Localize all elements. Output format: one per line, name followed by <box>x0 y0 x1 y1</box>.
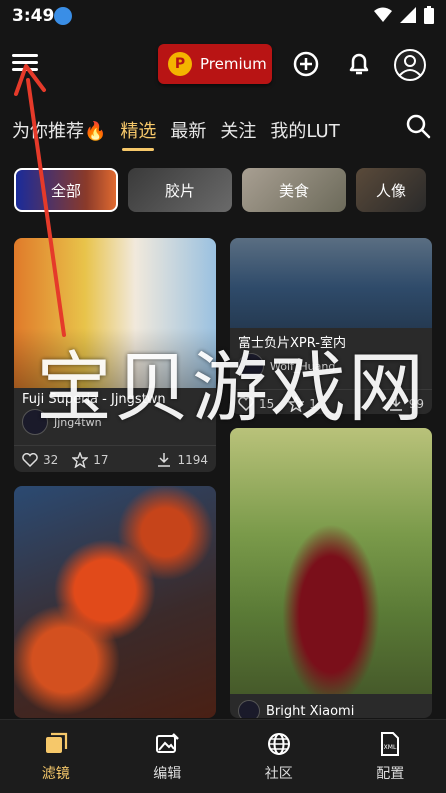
menu-icon[interactable] <box>12 50 42 76</box>
image-edit-icon <box>156 732 180 753</box>
heart-icon[interactable] <box>22 453 38 467</box>
like-count: 32 <box>43 453 59 467</box>
filter-card[interactable] <box>14 486 216 718</box>
nav-community[interactable]: 社区 <box>223 720 335 793</box>
bottom-nav: 滤镜 编辑 社区 XML 配置 <box>0 719 446 793</box>
heart-icon[interactable] <box>238 397 254 411</box>
download-icon <box>54 7 72 25</box>
card-stats: 15 1 99 <box>230 389 432 414</box>
category-food[interactable]: 美食 <box>242 168 346 212</box>
avatar <box>238 353 264 379</box>
svg-text:XML: XML <box>384 744 397 751</box>
nav-label: 滤镜 <box>41 765 70 782</box>
category-label: 全部 <box>50 181 81 200</box>
star-count: 1 <box>309 397 317 411</box>
star-count: 17 <box>93 453 109 467</box>
profile-avatar-icon[interactable] <box>393 48 427 82</box>
card-title: Bright Xiaomi <box>266 703 355 719</box>
download-icon[interactable] <box>388 396 404 412</box>
nav-config[interactable]: XML 配置 <box>335 720 446 793</box>
search-icon[interactable] <box>404 112 432 140</box>
avatar <box>238 700 260 718</box>
category-film[interactable]: 胶片 <box>128 168 232 212</box>
filter-grid: Fuji Superia - Jjngstwn Jjng4twn 32 17 1… <box>14 238 432 718</box>
tab-following[interactable]: 关注 <box>220 117 256 143</box>
signal-icon <box>400 7 416 23</box>
download-count: 99 <box>408 397 424 411</box>
status-icons <box>374 6 434 24</box>
premium-button[interactable]: P Premium <box>158 44 272 84</box>
filter-preview-image <box>14 238 216 388</box>
nav-label: 配置 <box>376 765 405 782</box>
card-author: Jjng4twn <box>54 415 102 429</box>
premium-badge-icon: P <box>168 52 192 76</box>
category-chips: 全部 胶片 美食 人像 <box>14 168 446 214</box>
globe-icon <box>267 732 290 755</box>
category-label: 胶片 <box>164 181 195 200</box>
filter-preview-image <box>230 238 432 328</box>
filter-preview-image <box>14 486 216 718</box>
download-icon[interactable] <box>156 452 172 468</box>
wifi-icon <box>374 7 392 22</box>
nav-filters[interactable]: 滤镜 <box>0 720 112 793</box>
bell-icon[interactable] <box>343 48 375 80</box>
category-all[interactable]: 全部 <box>14 168 118 212</box>
tab-latest[interactable]: 最新 <box>170 117 206 143</box>
top-bar: P Premium <box>0 40 446 88</box>
category-label: 人像 <box>375 181 406 200</box>
status-time: 3:49 <box>12 6 55 26</box>
filter-preview-image <box>230 428 432 694</box>
filter-card[interactable]: Fuji Superia - Jjngstwn Jjng4twn 32 17 1… <box>14 238 216 472</box>
star-icon[interactable] <box>72 452 89 468</box>
feed-tabs: 为你推荐🔥 精选 最新 关注 我的LUT <box>12 112 352 151</box>
tab-recommended[interactable]: 为你推荐🔥 <box>12 117 106 143</box>
tab-my-lut[interactable]: 我的LUT <box>270 117 339 143</box>
like-count: 15 <box>259 397 275 411</box>
card-author: Wolf_Huang <box>270 359 336 373</box>
nav-label: 社区 <box>264 765 293 782</box>
card-title: Fuji Superia - Jjngstwn <box>22 392 166 407</box>
filter-card[interactable]: 富士负片XPR-室内 Wolf_Huang 15 1 99 <box>230 238 432 414</box>
category-portrait[interactable]: 人像 <box>356 168 426 212</box>
filter-box-icon <box>45 732 67 753</box>
battery-icon <box>424 6 434 24</box>
filter-card[interactable]: Bright Xiaomi <box>230 428 432 718</box>
nav-label: 编辑 <box>153 765 182 782</box>
category-label: 美食 <box>278 181 309 200</box>
card-stats: 32 17 1194 <box>14 445 216 472</box>
star-icon[interactable] <box>288 396 305 412</box>
avatar <box>22 409 48 435</box>
add-icon[interactable] <box>290 48 322 80</box>
nav-edit[interactable]: 编辑 <box>112 720 224 793</box>
xml-file-icon: XML <box>381 731 400 756</box>
status-bar: 3:49 <box>0 0 446 32</box>
premium-label: Premium <box>200 55 267 73</box>
download-count: 1194 <box>177 453 208 467</box>
tab-featured[interactable]: 精选 <box>120 117 156 151</box>
card-title: 富士负片XPR-室内 <box>238 336 346 351</box>
